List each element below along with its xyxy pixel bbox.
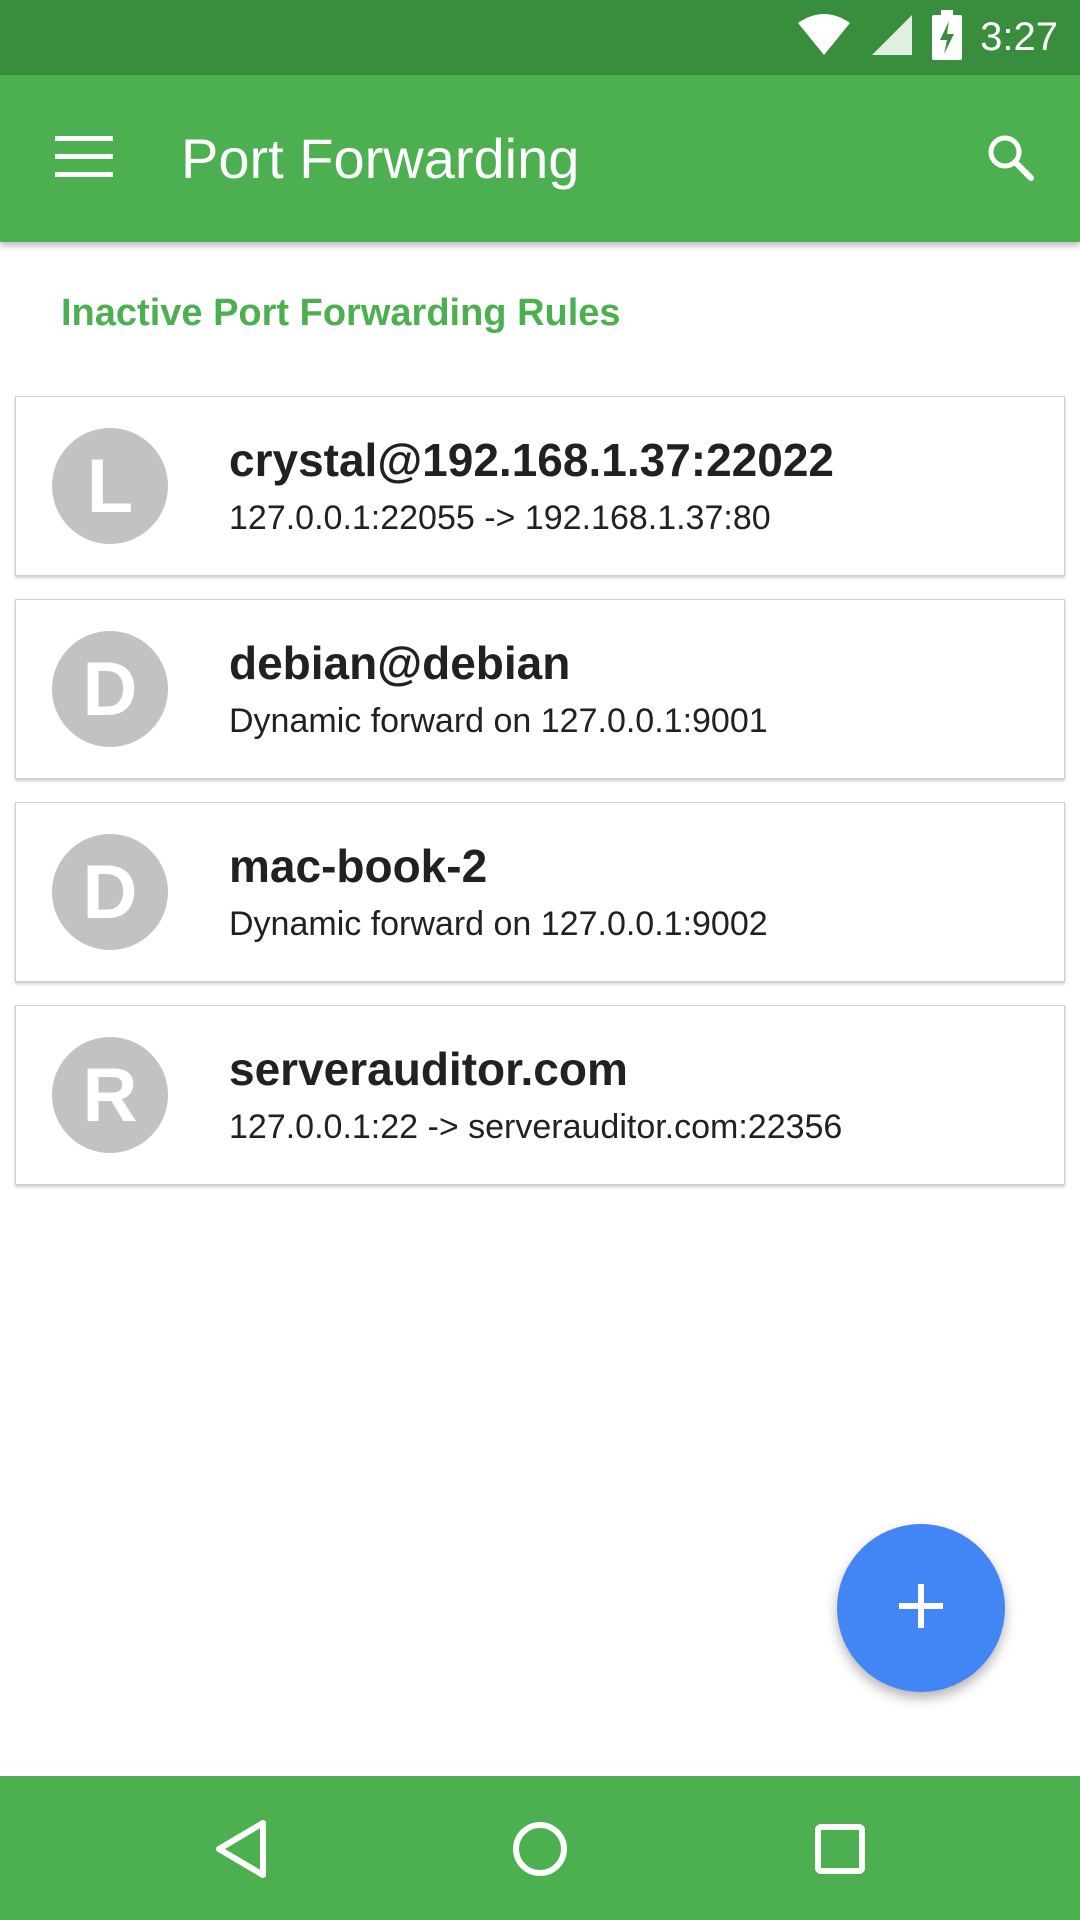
recents-icon bbox=[814, 1823, 866, 1880]
page-title: Port Forwarding bbox=[181, 127, 580, 190]
status-bar: 3:27 bbox=[0, 0, 1080, 75]
rule-subtitle: Dynamic forward on 127.0.0.1:9001 bbox=[229, 702, 768, 740]
wifi-icon bbox=[796, 13, 852, 62]
rule-card[interactable]: L crystal@192.168.1.37:22022 127.0.0.1:2… bbox=[15, 396, 1065, 576]
avatar: D bbox=[52, 631, 168, 747]
rule-subtitle: 127.0.0.1:22 -> serverauditor.com:22356 bbox=[229, 1108, 843, 1146]
menu-icon bbox=[55, 135, 113, 183]
battery-charging-icon bbox=[932, 10, 963, 65]
status-icons: 3:27 bbox=[796, 0, 1058, 75]
menu-button[interactable] bbox=[40, 119, 128, 199]
search-icon bbox=[986, 133, 1034, 186]
rule-list: L crystal@192.168.1.37:22022 127.0.0.1:2… bbox=[15, 396, 1065, 1208]
add-rule-button[interactable] bbox=[837, 1524, 1005, 1692]
rule-subtitle: Dynamic forward on 127.0.0.1:9002 bbox=[229, 905, 768, 943]
rule-subtitle: 127.0.0.1:22055 -> 192.168.1.37:80 bbox=[229, 499, 771, 537]
signal-icon bbox=[870, 13, 914, 62]
rule-card[interactable]: D mac-book-2 Dynamic forward on 127.0.0.… bbox=[15, 802, 1065, 982]
nav-bar bbox=[0, 1776, 1080, 1920]
section-header: Inactive Port Forwarding Rules bbox=[61, 292, 621, 334]
recents-button[interactable] bbox=[795, 1806, 885, 1896]
rule-card[interactable]: R serverauditor.com 127.0.0.1:22 -> serv… bbox=[15, 1005, 1065, 1185]
rule-title: crystal@192.168.1.37:22022 bbox=[229, 434, 835, 486]
home-icon bbox=[511, 1820, 569, 1883]
avatar: R bbox=[52, 1037, 168, 1153]
rule-title: serverauditor.com bbox=[229, 1043, 628, 1095]
back-icon bbox=[213, 1819, 269, 1884]
search-button[interactable] bbox=[970, 119, 1050, 199]
app-bar: Port Forwarding bbox=[0, 75, 1080, 242]
avatar: L bbox=[52, 428, 168, 544]
back-button[interactable] bbox=[196, 1806, 286, 1896]
avatar: D bbox=[52, 834, 168, 950]
rule-title: debian@debian bbox=[229, 637, 571, 689]
home-button[interactable] bbox=[495, 1806, 585, 1896]
screen: 3:27 Port Forwarding Inactive Port Forwa… bbox=[0, 0, 1080, 1920]
plus-icon bbox=[897, 1582, 945, 1635]
rule-card[interactable]: D debian@debian Dynamic forward on 127.0… bbox=[15, 599, 1065, 779]
rule-title: mac-book-2 bbox=[229, 840, 488, 892]
status-time: 3:27 bbox=[980, 15, 1058, 59]
